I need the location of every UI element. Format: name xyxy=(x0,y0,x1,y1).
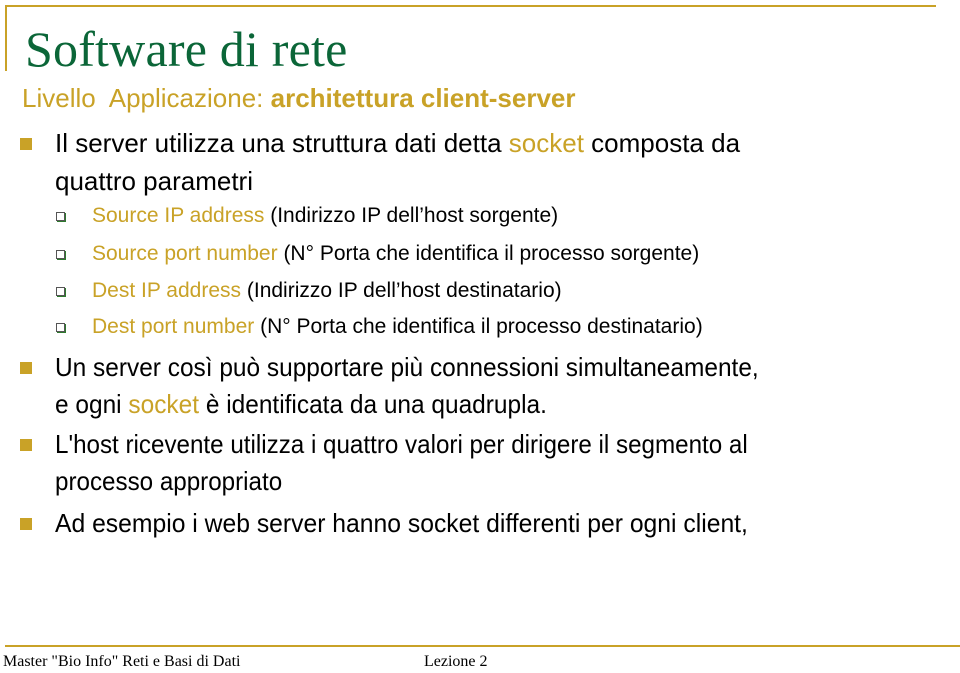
footer-course: Master "Bio Info" Reti e Basi di Dati xyxy=(3,653,241,670)
footer-rule xyxy=(5,645,960,647)
footer-lesson: Lezione 2 xyxy=(424,653,488,670)
description: (N° Porta che identifica il processo sor… xyxy=(277,242,700,265)
socket-term: socket xyxy=(508,128,584,158)
bullet-4-line-1: Ad esempio i web server hanno socket dif… xyxy=(55,508,748,538)
socket-term: socket xyxy=(128,389,200,419)
description: (Indirizzo IP dell’host destinatario) xyxy=(241,279,562,302)
term: Dest port number xyxy=(92,315,255,338)
text: è identificata da una quadrupla. xyxy=(199,389,547,419)
bullet-2-line-1: Un server così può supportare più connes… xyxy=(55,352,759,382)
bullet-1-line-2: quattro parametri xyxy=(55,166,253,196)
text: Il server utilizza una struttura dati de… xyxy=(55,128,509,158)
text: e ogni xyxy=(55,389,129,419)
square-bullet-icon xyxy=(20,439,32,451)
term: Source port number xyxy=(92,242,278,265)
sub-bullet-source-ip: Source IP address (Indirizzo IP dell’hos… xyxy=(92,205,558,226)
square-bullet-icon xyxy=(20,138,32,150)
term: Dest IP address xyxy=(92,279,242,302)
sub-bullet-dest-ip: Dest IP address (Indirizzo IP dell’host … xyxy=(92,280,562,301)
left-rule xyxy=(5,5,7,71)
bullet-1-line-1: Il server utilizza una struttura dati de… xyxy=(55,130,740,156)
square-bullet-icon xyxy=(20,362,32,374)
bullet-2-line-2: e ogni socket è identificata da una quad… xyxy=(55,391,547,417)
bullet-3-line-1: L'host ricevente utilizza i quattro valo… xyxy=(55,429,748,459)
sub-bullet-source-port: Source port number (N° Porta che identif… xyxy=(92,243,699,264)
text: composta da xyxy=(583,128,741,158)
description: (N° Porta che identifica il processo des… xyxy=(254,315,703,338)
sub-bullet-dest-port: Dest port number (N° Porta che identific… xyxy=(92,316,703,337)
term: Source IP address xyxy=(92,204,265,227)
bullet-3-line-2: processo appropriato xyxy=(55,466,283,496)
slide-subtitle: Livello Applicazione: architettura clien… xyxy=(22,85,576,111)
square-bullet-icon xyxy=(20,518,32,530)
description: (Indirizzo IP dell’host sorgente) xyxy=(264,204,559,227)
subtitle-prefix: Livello Applicazione: xyxy=(22,83,271,113)
top-rule xyxy=(5,5,936,7)
hollow-square-bullet-icon xyxy=(56,287,65,296)
hollow-square-bullet-icon xyxy=(56,250,65,259)
subtitle-bold: architettura client-server xyxy=(270,83,576,113)
slide-title: Software di rete xyxy=(25,21,348,77)
hollow-square-bullet-icon xyxy=(56,323,65,332)
hollow-square-bullet-icon xyxy=(56,212,65,221)
